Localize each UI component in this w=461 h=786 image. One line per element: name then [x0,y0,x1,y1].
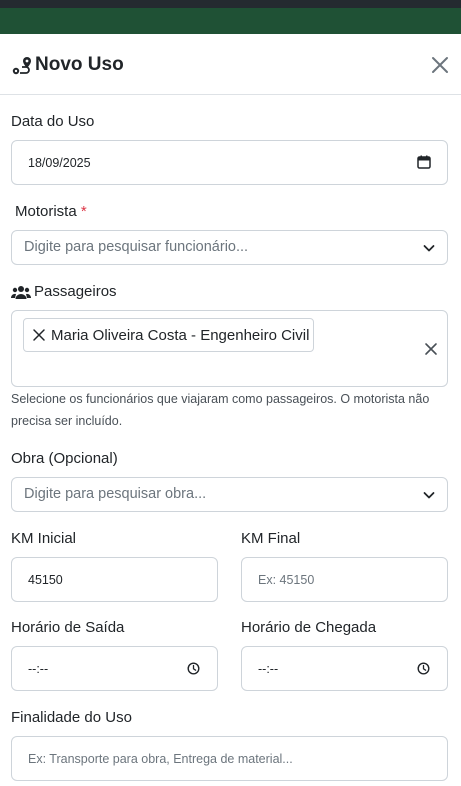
passenger-chip-label: Maria Oliveira Costa - Engenheiro Civil [51,327,310,344]
data-uso-input[interactable]: 18/09/2025 [11,140,448,185]
km-final-input[interactable]: Ex: 45150 [241,557,448,602]
horario-chegada-input[interactable]: --:-- [241,646,448,691]
data-uso-value: 18/09/2025 [28,156,91,170]
data-uso-label: Data do Uso [11,113,95,130]
motorista-label: Motorista * [15,202,87,222]
users-icon [11,286,31,299]
background-header-bar [0,0,461,34]
horario-saida-value: --:-- [28,662,49,676]
finalidade-placeholder: Ex: Transporte para obra, Entrega de mat… [28,752,293,766]
novo-uso-modal: Novo Uso Data do Uso 18/09/2025 Motorist… [0,34,461,786]
horario-chegada-value: --:-- [258,662,279,676]
calendar-icon[interactable] [417,155,431,169]
km-inicial-label: KM Inicial [11,530,77,547]
obra-select[interactable]: Digite para pesquisar obra... [11,477,448,512]
horario-saida-input[interactable]: --:-- [11,646,218,691]
browser-strip [0,0,461,8]
chevron-down-icon[interactable] [423,243,435,253]
clear-all-icon[interactable] [424,342,438,356]
motorista-select[interactable]: Digite para pesquisar funcionário... [11,230,448,265]
obra-label: Obra (Opcional) [11,450,118,467]
passageiros-help-text: Selecione os funcionários que viajaram c… [11,392,430,428]
passageiros-multiselect[interactable]: Maria Oliveira Costa - Engenheiro Civil [11,310,448,387]
clock-icon[interactable] [417,662,430,675]
km-final-label: KM Final [241,530,301,547]
motorista-label-text: Motorista [15,203,77,220]
obra-placeholder: Digite para pesquisar obra... [24,486,207,502]
modal-title: Novo Uso [35,54,124,75]
modal-header: Novo Uso [0,34,461,95]
km-inicial-value: 45150 [28,573,63,587]
km-inicial-input[interactable]: 45150 [11,557,218,602]
finalidade-input[interactable]: Ex: Transporte para obra, Entrega de mat… [11,736,448,781]
horario-saida-label: Horário de Saída [11,619,125,636]
clock-icon[interactable] [187,662,200,675]
passageiros-label: Passageiros [34,283,117,300]
chevron-down-icon[interactable] [423,490,435,500]
close-icon[interactable] [428,53,452,77]
motorista-placeholder: Digite para pesquisar funcionário... [24,239,249,255]
required-mark: * [80,203,87,220]
km-final-placeholder: Ex: 45150 [258,573,315,587]
route-icon [12,57,31,75]
passenger-chip: Maria Oliveira Costa - Engenheiro Civil [23,318,314,352]
finalidade-label: Finalidade do Uso [11,709,132,726]
horario-chegada-label: Horário de Chegada [241,619,377,636]
remove-chip-icon[interactable] [32,328,46,342]
